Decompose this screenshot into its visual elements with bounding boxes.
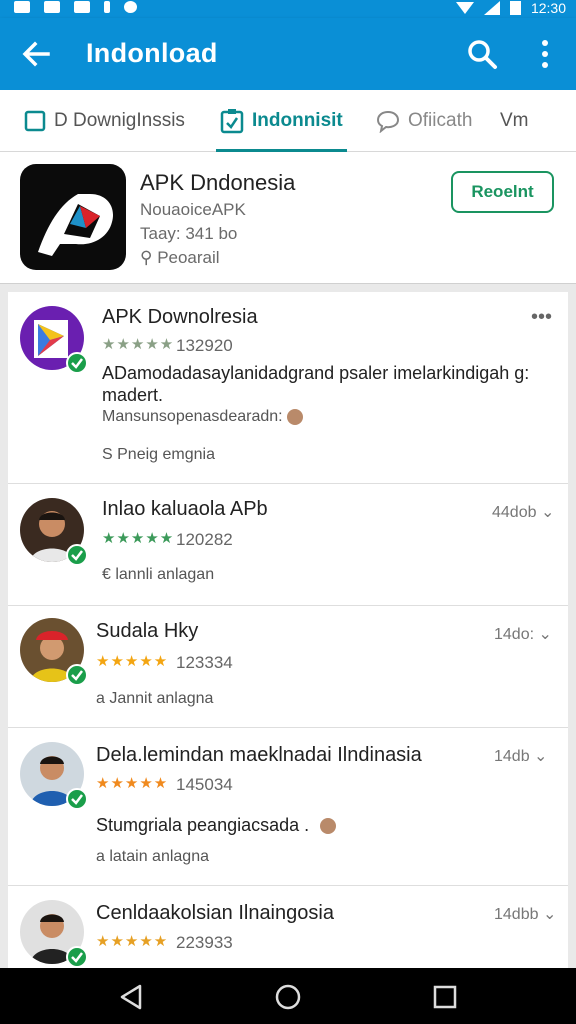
search-icon[interactable] [466, 38, 498, 70]
chevron-down-icon: ⌄ [538, 626, 552, 643]
app-rating-row: ⚲ Peoarail [140, 248, 220, 268]
app-logo [20, 164, 126, 270]
nav-recents-icon[interactable] [432, 984, 458, 1010]
nav-back-icon[interactable] [118, 984, 144, 1010]
star-rating: ★★★★★ [96, 775, 169, 792]
avatar [20, 618, 88, 686]
review-time: 14do: ⌄ [494, 626, 552, 643]
chevron-down-icon: ⌄ [534, 748, 548, 765]
review-time: 14db ⌄ [494, 748, 548, 765]
status-bar: 12:30 [0, 0, 576, 18]
system-navigation-bar [0, 968, 576, 1024]
verified-check-icon [66, 946, 88, 968]
avatar [20, 900, 88, 968]
app-size: Taay: 341 bo [140, 224, 238, 243]
chevron-down-icon: ⌄ [540, 504, 555, 521]
image-icon [44, 1, 60, 13]
review-meta: Mansunsopenasdearadn: [102, 408, 304, 426]
app-bar: Indonload [0, 18, 576, 90]
clock: 12:30 [530, 0, 566, 16]
security-icon [124, 1, 137, 13]
tab-label: D DownigInssis [54, 110, 185, 131]
tab-label: Indonnisit [252, 110, 343, 131]
star-rating: ★★★★★ [102, 336, 175, 353]
review-item[interactable]: Inlao kaluaola APb ★★★★★ 120282 € lannli… [8, 484, 568, 606]
review-time: 44dob ⌄ [492, 504, 555, 521]
tab-indonesia[interactable]: Indonnisit [216, 90, 347, 152]
back-arrow-icon[interactable] [20, 38, 52, 70]
tab-label: Ofiicath [408, 110, 473, 131]
review-count: 120282 [176, 530, 233, 549]
verified-check-icon [66, 788, 88, 810]
user-small-icon [287, 408, 304, 425]
star-rating: ★★★★★ [96, 653, 169, 670]
notification-icon [14, 1, 30, 13]
app-header: APK Dndonesia NouaoiceAPK Taay: 341 bo ⚲… [0, 152, 576, 284]
verified-check-icon [66, 352, 88, 374]
review-count: 132920 [176, 336, 233, 355]
verified-check-icon [66, 664, 88, 686]
review-item[interactable]: Cenldaakolsian Ilnaingosia ★★★★★ 223933 … [8, 886, 568, 968]
comment-icon [376, 110, 400, 133]
avatar [20, 498, 88, 566]
tab-label: Vm [500, 110, 529, 131]
review-count: 223933 [176, 933, 233, 952]
app-developer: NouaoiceAPK [140, 200, 246, 219]
app-bar-title: Indonload [86, 38, 218, 68]
usb-icon [104, 1, 110, 13]
review-helpful: a latain anlagna [96, 848, 209, 865]
square-icon [24, 110, 46, 132]
app-name: APK Dndonesia [140, 170, 296, 195]
status-icons: 12:30 [455, 0, 566, 16]
apk-logo-icon [38, 194, 114, 256]
review-helpful: € lannli anlagan [102, 566, 215, 583]
more-options-icon[interactable]: ••• [531, 306, 552, 329]
review-count: 145034 [176, 775, 233, 794]
verified-check-icon [66, 544, 88, 566]
review-title: Sudala Hky [96, 620, 199, 642]
tab-bar: D DownigInssis Indonnisit Ofiicath Vm [0, 90, 576, 152]
review-helpful: S Pneig emgnia [102, 446, 215, 463]
chevron-down-icon: ⌄ [542, 906, 557, 923]
review-title: APK Downolresia [102, 306, 258, 328]
review-item[interactable]: Dela.lemindan maeklnadai Ilndinasia ★★★★… [8, 728, 568, 886]
search-small-icon: ⚲ [140, 248, 153, 267]
more-options-icon[interactable] [534, 38, 556, 70]
review-item[interactable]: Sudala Hky ★★★★★ 123334 a Jannit anlagna… [8, 606, 568, 728]
review-helpful: a Jannit anlagna [96, 690, 214, 707]
tab-official[interactable]: Ofiicath [376, 90, 472, 152]
review-description: ADamodadasaylanidadgrand psaler imelarki… [102, 363, 530, 405]
wifi-icon [455, 2, 474, 14]
star-rating: ★★★★★ [102, 530, 175, 547]
avatar [20, 742, 88, 810]
review-time: 14dbb ⌄ [494, 906, 557, 923]
review-title: Cenldaakolsian Ilnaingosia [96, 902, 334, 924]
app-rating-text: Peoarail [157, 248, 220, 267]
tab-more[interactable]: Vm [500, 90, 529, 152]
star-rating: ★★★★★ [96, 933, 169, 950]
review-description: Stumgriala peangiacsada . [96, 814, 337, 836]
review-title: Inlao kaluaola APb [102, 498, 268, 520]
review-title: Dela.lemindan maeklnadai Ilndinasia [96, 744, 422, 766]
notification-icons [14, 0, 137, 13]
signal-icon [483, 1, 500, 15]
review-list: APK Downolresia ★★★★★ 132920 ADamodadasa… [8, 292, 568, 968]
nav-home-icon[interactable] [275, 984, 301, 1010]
tab-downloads[interactable]: D DownigInssis [24, 90, 185, 152]
app-icon [74, 1, 90, 13]
review-count: 123334 [176, 653, 233, 672]
reinstall-button[interactable]: Reoelnt [451, 171, 554, 213]
avatar [20, 306, 88, 374]
clipboard-check-icon [220, 109, 244, 134]
user-small-icon [320, 818, 337, 835]
review-item[interactable]: APK Downolresia ★★★★★ 132920 ADamodadasa… [8, 292, 568, 484]
battery-icon [509, 1, 521, 15]
